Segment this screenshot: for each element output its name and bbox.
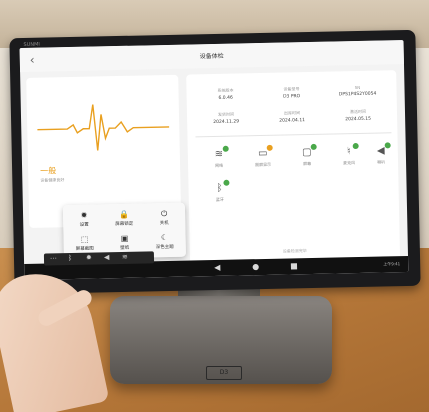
- feature-microphone[interactable]: ♮ 麦克风: [334, 142, 364, 167]
- feature-label: 喇叭: [376, 159, 386, 165]
- volume-status-icon[interactable]: ◀: [104, 253, 110, 261]
- quick-item-label: 屏幕截图: [75, 246, 94, 252]
- quick-power-button[interactable]: ⏻ 关机: [145, 209, 183, 227]
- quick-wallpaper-button[interactable]: ▣ 壁纸: [105, 234, 143, 252]
- feature-label: 蓝牙: [215, 196, 224, 202]
- info-label: 系统版本: [217, 87, 234, 93]
- quick-settings-button[interactable]: ✹ 设置: [65, 210, 103, 228]
- info-label: 出库时间: [283, 110, 301, 116]
- info-label: 激活时间: [349, 108, 367, 115]
- info-value: 6.0.46: [218, 95, 233, 101]
- feature-label: 副屏显示: [255, 161, 272, 168]
- info-activation-date: 激活时间 2024.05.15: [327, 108, 389, 122]
- wifi-status-icon[interactable]: ≋: [122, 253, 128, 261]
- info-ship-date: 发货时间 2024.11.29: [195, 111, 257, 125]
- feature-bluetooth[interactable]: ᛒ 蓝牙: [204, 179, 234, 204]
- quick-screenshot-button[interactable]: ⬚ 屏幕截图: [65, 234, 103, 252]
- info-system-version: 系统版本 6.0.46: [194, 87, 256, 101]
- top-bar: ‹ 设备体检: [19, 40, 404, 73]
- quick-item-label: 壁纸: [120, 245, 130, 252]
- quick-taskbar: ⋯ ᛒ ✹ ◀ ≋: [43, 251, 155, 266]
- quick-item-label: 设置: [79, 222, 89, 228]
- display-icon: ▭: [257, 144, 273, 159]
- feature-label: 屏幕: [303, 160, 312, 167]
- quick-dark-mode-button[interactable]: ☾ 深色主题: [145, 233, 183, 251]
- heartbeat-wave: [37, 104, 170, 151]
- info-label: 设备型号: [283, 86, 300, 92]
- speaker-icon: ◀: [375, 142, 391, 157]
- gear-icon: ✹: [80, 210, 88, 220]
- photo-scene: D3 SUNMI ‹ 设备体检 一般 设备健康良好 系统版本 6.0.46 设备…: [0, 0, 429, 412]
- page-title: 设备体检: [199, 52, 224, 61]
- feature-screen[interactable]: ▢ 屏幕: [292, 143, 322, 168]
- feature-network[interactable]: ≋ 网络: [204, 145, 234, 170]
- quick-item-label: 深色主题: [155, 244, 174, 251]
- info-value: 2024.05.15: [345, 116, 372, 123]
- status-time: 上午9:41: [383, 261, 401, 267]
- check-badge-icon: [310, 143, 317, 150]
- info-grid: 系统版本 6.0.46 设备型号 D3 PRO SN DPS1P4S2Y0054…: [194, 84, 391, 138]
- nav-recent-button[interactable]: ■: [290, 261, 298, 270]
- base-logo: D3: [206, 366, 242, 380]
- device-info-panel: 系统版本 6.0.46 设备型号 D3 PRO SN DPS1P4S2Y0054…: [186, 70, 401, 265]
- quick-item-label: 关机: [159, 220, 169, 227]
- more-icon[interactable]: ⋯: [50, 254, 57, 262]
- quick-item-label: 屏幕锁定: [115, 221, 134, 228]
- info-value: DPS1P4S2Y0054: [338, 91, 377, 98]
- info-value: D3 PRO: [283, 94, 301, 100]
- nav-back-button[interactable]: ◀: [214, 263, 220, 272]
- info-model: 设备型号 D3 PRO: [260, 86, 322, 100]
- info-label: SN: [354, 84, 361, 91]
- feature-speaker[interactable]: ◀ 喇叭: [366, 142, 396, 166]
- quick-settings-panel: ✹ 设置 🔒 屏幕锁定 ⏻ 关机 ⬚ 屏幕截图 ▣ 壁纸 ☾ 深色主题: [62, 202, 186, 260]
- info-label: 发货时间: [217, 111, 235, 117]
- wallpaper-icon: ▣: [120, 233, 129, 243]
- bluetooth-status-icon[interactable]: ᛒ: [68, 254, 72, 262]
- feature-label: 网络: [215, 162, 224, 168]
- info-value: 2024.04.11: [279, 118, 306, 124]
- info-out-date: 出库时间 2024.04.11: [261, 110, 323, 124]
- dark-mode-icon: ☾: [160, 232, 169, 243]
- check-badge-icon: [352, 142, 359, 150]
- quick-lock-button[interactable]: 🔒 屏幕锁定: [105, 210, 143, 228]
- health-score: 一般: [40, 166, 57, 176]
- feature-secondary-display[interactable]: ▭ 副屏显示: [248, 144, 278, 169]
- screen-icon: ▢: [301, 143, 317, 158]
- feature-label: 麦克风: [342, 160, 356, 166]
- screenshot-icon: ⬚: [80, 234, 89, 244]
- check-badge-icon: [223, 179, 230, 186]
- info-value: 2024.11.29: [213, 119, 240, 126]
- check-badge-icon: [384, 142, 391, 149]
- power-icon: ⏻: [160, 209, 168, 219]
- pos-monitor: SUNMI ‹ 设备体检 一般 设备健康良好 系统版本 6.0.46 设备型号 …: [9, 29, 421, 295]
- wifi-icon: ≋: [213, 145, 229, 160]
- bluetooth-icon: ᛒ: [213, 179, 230, 194]
- device-screen: ‹ 设备体检 一般 设备健康良好 系统版本 6.0.46 设备型号 D3 PRO…: [19, 40, 409, 281]
- check-badge-icon: [222, 145, 229, 152]
- microphone-icon: ♮: [343, 142, 359, 157]
- warning-badge-icon: [266, 144, 273, 151]
- lock-icon: 🔒: [119, 209, 130, 220]
- settings-status-icon[interactable]: ✹: [86, 254, 92, 262]
- footnote: 设备检测完毕: [282, 248, 307, 254]
- info-sn: SN DPS1P4S2Y0054: [326, 84, 388, 97]
- nav-home-button[interactable]: ●: [252, 262, 259, 271]
- health-score-label: 设备健康良好: [40, 177, 65, 183]
